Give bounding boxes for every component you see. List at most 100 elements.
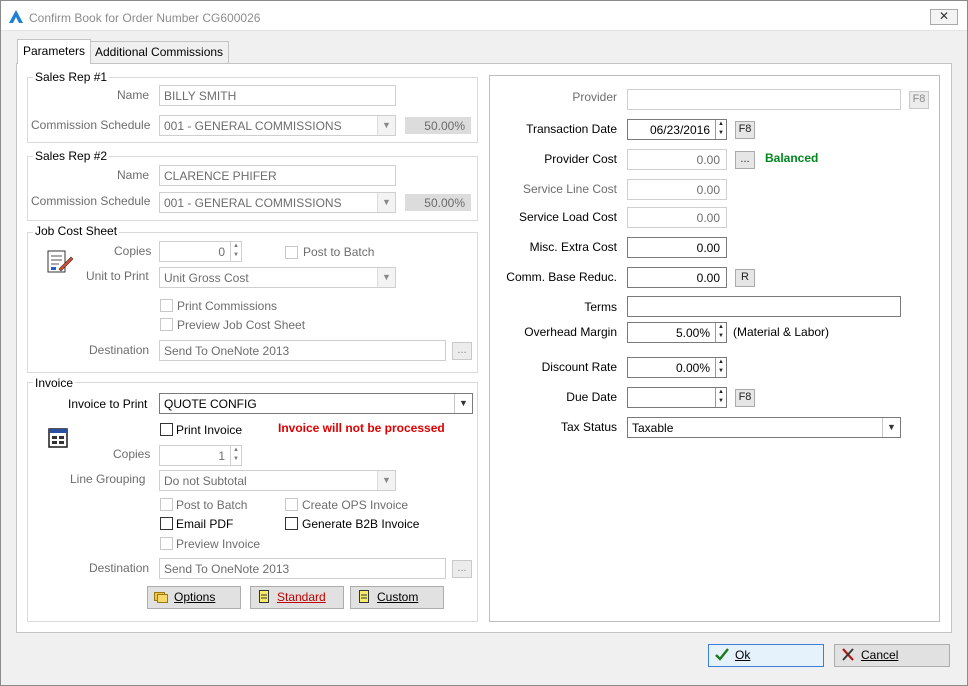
comm-base-reduc-label: Comm. Base Reduc. bbox=[506, 270, 617, 284]
tax-status-select[interactable]: Taxable ▼ bbox=[627, 417, 901, 438]
chevron-down-icon: ▼ bbox=[377, 116, 395, 135]
email-pdf-checkbox[interactable] bbox=[160, 517, 173, 530]
service-load-cost-field[interactable]: 0.00 bbox=[627, 207, 727, 228]
chevron-down-icon: ▼ bbox=[454, 394, 472, 413]
generate-b2b-checkbox[interactable] bbox=[285, 517, 298, 530]
due-date-field[interactable]: ▲ ▼ bbox=[627, 387, 727, 408]
chevron-down-icon: ▼ bbox=[377, 471, 395, 490]
jc-post-to-batch-label: Post to Batch bbox=[303, 245, 375, 259]
spin-arrows-icon[interactable]: ▲ ▼ bbox=[715, 358, 726, 377]
comm-base-reduc-field[interactable]: 0.00 bbox=[627, 267, 727, 288]
print-invoice-checkbox[interactable] bbox=[160, 423, 173, 436]
due-date-label: Due Date bbox=[566, 390, 617, 404]
dialog-window: Confirm Book for Order Number CG600026 ✕… bbox=[0, 0, 968, 686]
inv-grouping-label: Line Grouping bbox=[70, 472, 146, 486]
tax-status-value: Taxable bbox=[632, 421, 674, 435]
spin-arrows-icon[interactable]: ▲ ▼ bbox=[715, 388, 726, 407]
cancel-label: Cancel bbox=[861, 648, 899, 662]
overhead-margin-value: 5.00% bbox=[675, 326, 710, 340]
provider-cost-button[interactable]: ... bbox=[735, 151, 755, 169]
spin-arrows-icon[interactable]: ▲ ▼ bbox=[715, 323, 726, 342]
transaction-date-f8-button[interactable]: F8 bbox=[735, 121, 755, 139]
inv-grouping-value: Do not Subtotal bbox=[164, 474, 247, 488]
inv-preview-label: Preview Invoice bbox=[176, 537, 261, 551]
rep2-name-field[interactable]: CLARENCE PHIFER bbox=[159, 165, 396, 186]
tab-parameters[interactable]: Parameters bbox=[17, 39, 92, 64]
tax-status-label: Tax Status bbox=[560, 420, 617, 434]
rep1-percent: 50.00% bbox=[405, 117, 471, 134]
discount-rate-label: Discount Rate bbox=[541, 360, 617, 374]
document-icon bbox=[359, 590, 369, 603]
checkmark-icon bbox=[715, 648, 729, 661]
inv-destination-label: Destination bbox=[89, 561, 150, 575]
rep2-schedule-select[interactable]: 001 - GENERAL COMMISSIONS ▼ bbox=[159, 192, 396, 213]
inv-destination-field[interactable]: Send To OneNote 2013 bbox=[159, 558, 446, 579]
jc-destination-field[interactable]: Send To OneNote 2013 bbox=[159, 340, 446, 361]
inv-copies-stepper[interactable]: 1 ▲ ▼ bbox=[159, 445, 242, 466]
provider-field[interactable] bbox=[627, 89, 901, 110]
transaction-date-field[interactable]: 06/23/2016 ▲ ▼ bbox=[627, 119, 727, 140]
x-mark-icon bbox=[842, 648, 854, 661]
overhead-margin-stepper[interactable]: 5.00% ▲ ▼ bbox=[627, 322, 727, 343]
standard-label: Standard bbox=[277, 590, 326, 604]
inv-to-print-select[interactable]: QUOTE CONFIG ▼ bbox=[159, 393, 473, 414]
jc-post-to-batch-checkbox[interactable] bbox=[285, 246, 298, 259]
provider-cost-field[interactable]: 0.00 bbox=[627, 149, 727, 170]
rep1-schedule-select[interactable]: 001 - GENERAL COMMISSIONS ▼ bbox=[159, 115, 396, 136]
custom-label: Custom bbox=[377, 590, 419, 604]
title-bar: Confirm Book for Order Number CG600026 ✕ bbox=[1, 1, 967, 31]
jc-print-commissions-checkbox[interactable] bbox=[160, 299, 173, 312]
service-line-cost-field[interactable]: 0.00 bbox=[627, 179, 727, 200]
inv-copies-label: Copies bbox=[113, 447, 151, 461]
inv-grouping-select[interactable]: Do not Subtotal ▼ bbox=[159, 470, 396, 491]
email-pdf-label: Email PDF bbox=[176, 517, 234, 531]
chevron-down-icon: ▼ bbox=[882, 418, 900, 437]
app-logo-icon bbox=[9, 10, 23, 23]
create-ops-checkbox[interactable] bbox=[285, 498, 298, 511]
inv-destination-browse-button[interactable]: ... bbox=[452, 560, 472, 578]
custom-button[interactable]: Custom bbox=[350, 586, 444, 609]
jc-copies-value: 0 bbox=[218, 245, 225, 259]
terms-field[interactable] bbox=[627, 296, 901, 317]
transaction-date-value: 06/23/2016 bbox=[649, 123, 710, 137]
inv-preview-checkbox[interactable] bbox=[160, 537, 173, 550]
jc-unit-select[interactable]: Unit Gross Cost ▼ bbox=[159, 267, 396, 288]
misc-extra-cost-field[interactable]: 0.00 bbox=[627, 237, 727, 258]
jc-preview-checkbox[interactable] bbox=[160, 318, 173, 331]
provider-f8-button[interactable]: F8 bbox=[909, 91, 929, 109]
discount-rate-stepper[interactable]: 0.00% ▲ ▼ bbox=[627, 357, 727, 378]
invoice-title: Invoice bbox=[33, 376, 76, 390]
inv-post-to-batch-checkbox[interactable] bbox=[160, 498, 173, 511]
job-cost-title: Job Cost Sheet bbox=[33, 224, 120, 238]
terms-label: Terms bbox=[584, 300, 617, 314]
rep2-name-label: Name bbox=[117, 168, 150, 182]
rep2-percent: 50.00% bbox=[405, 194, 471, 211]
jc-print-commissions-label: Print Commissions bbox=[177, 299, 278, 313]
standard-button[interactable]: Standard bbox=[250, 586, 344, 609]
window-title: Confirm Book for Order Number CG600026 bbox=[29, 11, 261, 25]
jc-preview-label: Preview Job Cost Sheet bbox=[177, 318, 306, 332]
rep1-schedule-value: 001 - GENERAL COMMISSIONS bbox=[164, 119, 342, 133]
print-invoice-label: Print Invoice bbox=[176, 423, 243, 437]
jc-destination-browse-button[interactable]: ... bbox=[452, 342, 472, 360]
service-load-cost-label: Service Load Cost bbox=[518, 210, 617, 224]
rep1-name-field[interactable]: BILLY SMITH bbox=[159, 85, 396, 106]
comm-base-r-button[interactable]: R bbox=[735, 269, 755, 287]
spin-arrows-icon[interactable]: ▲ ▼ bbox=[230, 242, 241, 261]
overhead-margin-label: Overhead Margin bbox=[524, 325, 617, 339]
options-button[interactable]: Options bbox=[147, 586, 241, 609]
due-date-f8-button[interactable]: F8 bbox=[735, 389, 755, 407]
discount-rate-value: 0.00% bbox=[675, 361, 710, 375]
ok-button[interactable]: Ok bbox=[708, 644, 824, 667]
spin-arrows-icon[interactable]: ▲ ▼ bbox=[715, 120, 726, 139]
cancel-button[interactable]: Cancel bbox=[834, 644, 950, 667]
sales-rep-2-title: Sales Rep #2 bbox=[33, 149, 110, 163]
tab-additional-commissions[interactable]: Additional Commissions bbox=[89, 41, 230, 63]
folder-icon bbox=[154, 592, 168, 603]
misc-extra-cost-label: Misc. Extra Cost bbox=[529, 240, 617, 254]
spin-arrows-icon[interactable]: ▲ ▼ bbox=[230, 446, 241, 465]
close-button[interactable]: ✕ bbox=[930, 9, 958, 25]
balanced-status: Balanced bbox=[765, 151, 819, 165]
ok-label: Ok bbox=[735, 648, 751, 662]
jc-copies-stepper[interactable]: 0 ▲ ▼ bbox=[159, 241, 242, 262]
